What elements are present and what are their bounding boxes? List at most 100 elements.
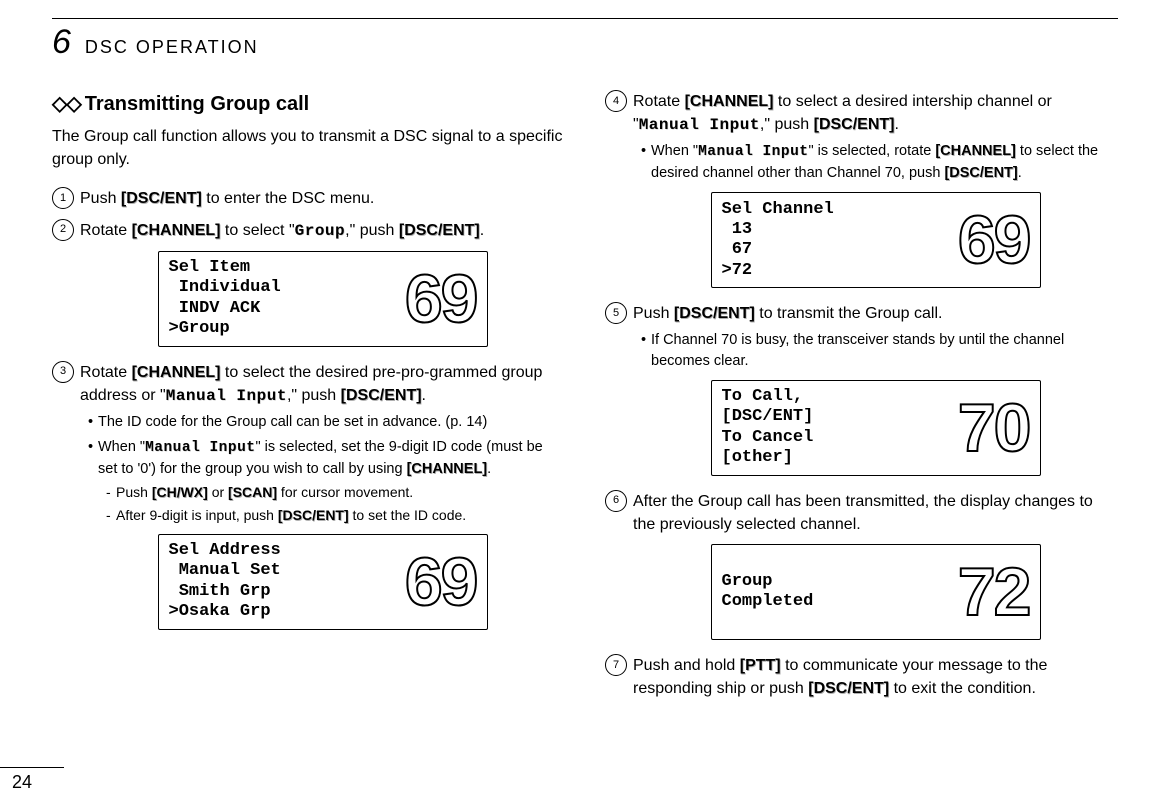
step-3-notes: The ID code for the Group call can be se… (80, 412, 565, 526)
channel-button-label: [CHANNEL] (935, 143, 1016, 159)
step-6-text: After the Group call has been transmitte… (633, 493, 1093, 533)
step-4: 4 Rotate [CHANNEL] to select a desired i… (605, 90, 1118, 288)
channel-button-label: [CHANNEL] (685, 93, 774, 110)
step-7-text-a: Push and hold (633, 657, 740, 674)
step-1-text-a: Push (80, 190, 121, 207)
dsc-ent-button-label: [DSC/ENT] (814, 116, 895, 133)
channel-button-label: [CHANNEL] (132, 364, 221, 381)
step-5-notes: If Channel 70 is busy, the transceiver s… (633, 330, 1118, 372)
lcd-display-5-text: Group Completed (722, 572, 950, 613)
step-4-text-c: ," push (760, 116, 814, 133)
step-number-icon: 1 (52, 187, 74, 209)
sn1-a: Push (116, 484, 152, 500)
lcd-text-manual-input: Manual Input (166, 387, 287, 405)
step-7-text-c: to exit the condition. (889, 680, 1036, 697)
ch-wx-button-label: [CH/WX] (152, 484, 208, 500)
step-5-note-1: If Channel 70 is busy, the transceiver s… (641, 330, 1118, 372)
section-title-text: Transmitting Group call (85, 93, 309, 115)
two-column-layout: ◇◇Transmitting Group call The Group call… (52, 90, 1118, 708)
sn2-a: After 9-digit is input, push (116, 507, 278, 523)
chapter-number: 6 (52, 23, 71, 62)
step-3-note-2c: . (487, 461, 491, 477)
diamond-icon: ◇◇ (52, 93, 81, 115)
lcd-text-manual-input: Manual Input (639, 116, 760, 134)
s4n1-d: . (1018, 165, 1022, 181)
step-2-text-a: Rotate (80, 222, 132, 239)
lcd-display-2-channel: 69 (405, 548, 477, 616)
step-2: 2 Rotate [CHANNEL] to select "Group," pu… (52, 219, 565, 347)
dsc-ent-button-label: [DSC/ENT] (399, 222, 480, 239)
step-7: 7 Push and hold [PTT] to communicate you… (605, 654, 1118, 700)
step-4-text-d: . (895, 116, 899, 133)
step-1-text-b: to enter the DSC menu. (202, 190, 375, 207)
dsc-ent-button-label: [DSC/ENT] (121, 190, 202, 207)
sn1-b: or (208, 484, 228, 500)
steps-left: 1 Push [DSC/ENT] to enter the DSC menu. … (52, 187, 565, 629)
sn2-b: to set the ID code. (349, 507, 467, 523)
step-5-text-b: to transmit the Group call. (755, 305, 943, 322)
step-number-icon: 5 (605, 302, 627, 324)
lcd-display-2-text: Sel Address Manual Set Smith Grp ˃Osaka … (169, 541, 397, 623)
lcd-text-group: Group (295, 222, 346, 240)
step-number-icon: 2 (52, 219, 74, 241)
step-number-icon: 4 (605, 90, 627, 112)
section-intro: The Group call function allows you to tr… (52, 125, 565, 171)
left-column: ◇◇Transmitting Group call The Group call… (52, 90, 565, 708)
step-5-text-a: Push (633, 305, 674, 322)
step-3-note-2a: When " (98, 439, 145, 455)
step-1: 1 Push [DSC/ENT] to enter the DSC menu. (52, 187, 565, 210)
step-4-note-1: When "Manual Input" is selected, rotate … (641, 141, 1118, 184)
step-3-text-c: ," push (287, 387, 341, 404)
lcd-display-3: Sel Channel 13 67 ˃72 69 (711, 192, 1041, 288)
page-number: 24 (0, 772, 64, 793)
section-title: ◇◇Transmitting Group call (52, 90, 565, 119)
step-number-icon: 3 (52, 361, 74, 383)
lcd-display-4: To Call, [DSC/ENT] To Cancel [other] 70 (711, 380, 1041, 476)
lcd-display-4-channel: 70 (958, 394, 1030, 462)
dsc-ent-button-label: [DSC/ENT] (341, 387, 422, 404)
lcd-text-manual-input: Manual Input (145, 440, 255, 456)
top-rule (52, 18, 1118, 19)
right-column: 4 Rotate [CHANNEL] to select a desired i… (605, 90, 1118, 708)
page-header: 6 DSC OPERATION (52, 23, 1118, 62)
step-3-text-d: . (422, 387, 426, 404)
step-3-note-1: The ID code for the Group call can be se… (88, 412, 565, 433)
step-6: 6 After the Group call has been transmit… (605, 490, 1118, 640)
chapter-title: DSC OPERATION (85, 37, 259, 58)
step-3: 3 Rotate [CHANNEL] to select the desired… (52, 361, 565, 630)
sn1-c: for cursor movement. (277, 484, 413, 500)
lcd-display-1-channel: 69 (405, 265, 477, 333)
ptt-button-label: [PTT] (740, 657, 781, 674)
lcd-display-4-text: To Call, [DSC/ENT] To Cancel [other] (722, 387, 950, 469)
page: 6 DSC OPERATION ◇◇Transmitting Group cal… (0, 0, 1162, 803)
lcd-display-1-text: Sel Item Individual INDV ACK ˃Group (169, 258, 397, 340)
step-4-notes: When "Manual Input" is selected, rotate … (633, 141, 1118, 184)
lcd-display-2: Sel Address Manual Set Smith Grp ˃Osaka … (158, 534, 488, 630)
steps-right: 4 Rotate [CHANNEL] to select a desired i… (605, 90, 1118, 700)
step-3-note-2: When "Manual Input" is selected, set the… (88, 437, 565, 526)
step-3-subnote-1: Push [CH/WX] or [SCAN] for cursor moveme… (106, 482, 565, 502)
page-footer: 24 (0, 767, 64, 793)
dsc-ent-button-label: [DSC/ENT] (674, 305, 755, 322)
step-5: 5 Push [DSC/ENT] to transmit the Group c… (605, 302, 1118, 475)
step-2-text-d: . (480, 222, 484, 239)
lcd-text-manual-input: Manual Input (698, 144, 808, 160)
step-4-text-a: Rotate (633, 93, 685, 110)
step-number-icon: 7 (605, 654, 627, 676)
step-3-text-a: Rotate (80, 364, 132, 381)
lcd-display-1: Sel Item Individual INDV ACK ˃Group 69 (158, 251, 488, 347)
dsc-ent-button-label: [DSC/ENT] (944, 165, 1017, 181)
step-2-text-c: ," push (345, 222, 399, 239)
step-2-text-b: to select " (220, 222, 294, 239)
lcd-display-5: Group Completed 72 (711, 544, 1041, 640)
channel-button-label: [CHANNEL] (407, 461, 488, 477)
s4n1-a: When " (651, 143, 698, 159)
step-3-subnote-2: After 9-digit is input, push [DSC/ENT] t… (106, 505, 565, 525)
lcd-display-3-text: Sel Channel 13 67 ˃72 (722, 200, 950, 282)
step-number-icon: 6 (605, 490, 627, 512)
dsc-ent-button-label: [DSC/ENT] (278, 507, 349, 523)
footer-rule (0, 767, 64, 768)
lcd-display-3-channel: 69 (958, 206, 1030, 274)
step-3-subnotes: Push [CH/WX] or [SCAN] for cursor moveme… (98, 482, 565, 526)
dsc-ent-button-label: [DSC/ENT] (808, 680, 889, 697)
